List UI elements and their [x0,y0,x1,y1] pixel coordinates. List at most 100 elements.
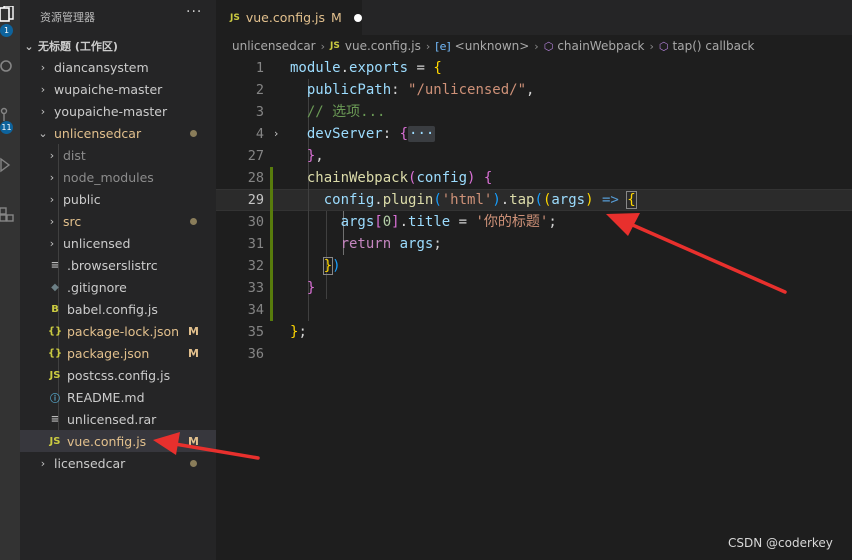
modified-lines-indicator [270,167,273,321]
code-token: : [382,126,400,142]
code-token: ] [391,214,400,230]
tree-folder[interactable]: › dist [20,144,216,166]
git-status-dot-icon [190,459,197,467]
code-token: ( [534,192,543,208]
code-token: } [306,280,316,296]
breadcrumb-file[interactable]: vue.config.js [345,39,421,53]
code-token: { [483,170,493,186]
code-token: ) [332,258,341,274]
file-type-icon: JS [49,369,61,381]
code-token: => [601,192,619,208]
code-token: args [399,236,434,252]
breadcrumb-symbol-tap-callback[interactable]: tap() callback [673,39,755,53]
tree-folder[interactable]: › public [20,188,216,210]
tab-vue-config[interactable]: JS vue.config.js M [216,0,362,35]
js-file-icon: JS [330,41,340,51]
extensions-icon[interactable] [0,202,20,224]
chevron-right-icon: › [649,39,654,53]
breadcrumb-symbol-chainwebpack[interactable]: chainWebpack [557,39,644,53]
code-token: . [374,192,383,208]
workspace-header[interactable]: ⌄ 无标题 (工作区) [24,36,118,56]
tree-file[interactable]: ◆ .gitignore [20,276,216,298]
git-modified-badge: M [188,346,199,360]
code-token: chainWebpack [306,170,409,186]
tree-folder[interactable]: ⌄ unlicensedcar [20,122,216,144]
tree-folder[interactable]: › src [20,210,216,232]
code-token: 0 [382,214,392,230]
chevron-right-icon: › [49,214,55,228]
tree-folder[interactable]: › unlicensed [20,232,216,254]
tree-item-label: unlicensed [63,235,131,251]
tree-item-label: src [63,213,82,229]
file-type-icon: ≡ [50,413,60,425]
tree-file[interactable]: ⓘ README.md [20,386,216,408]
code-token: ; [298,324,307,340]
code-editor[interactable]: › 1 2 3 4 27 28 29 30 31 32 33 34 35 36 module.export… [216,57,852,560]
tree-item-label: postcss.config.js [67,367,171,383]
code-token: args [551,192,586,208]
file-type-icon: {} [47,325,63,337]
line-number: 3 [255,104,264,120]
source-control-badge: 11 [0,121,13,134]
unsaved-dot-icon[interactable] [353,13,362,22]
code-token: = [450,214,476,230]
tree-item-label: licensedcar [54,455,126,471]
run-debug-icon[interactable] [0,154,20,176]
tree-item-label: dist [63,147,86,163]
fold-expand-icon[interactable]: › [274,123,278,145]
tree-file[interactable]: ≡ unlicensed.rar [20,408,216,430]
tree-file[interactable]: Bbabel.config.js [20,298,216,320]
file-type-icon: {} [47,347,63,359]
code-token: devServer [290,126,383,142]
method-cube-icon: ⬡ [658,39,669,53]
tree-file[interactable]: {} package-lock.json M [20,320,216,342]
code-token: , [315,148,324,164]
code-token: [ [374,214,383,230]
code-token: ) [585,192,594,208]
tree-item-label: wupaiche-master [54,81,163,97]
files-icon[interactable] [0,4,20,26]
tab-label: vue.config.js [245,10,326,25]
tree-folder[interactable]: › youpaiche-master [20,100,216,122]
tree-folder[interactable]: › licensedcar [20,452,216,474]
variable-icon: [e] [435,39,451,53]
tree-file[interactable]: ≡ .browserslistrc [20,254,216,276]
code-token: exports [349,60,409,76]
tree-item-label: youpaiche-master [54,103,168,119]
chevron-down-icon: ⌄ [38,126,48,140]
search-icon[interactable] [0,56,20,78]
tree-folder[interactable]: › node_modules [20,166,216,188]
tree-item-label: diancansystem [54,59,149,75]
code-token: } [322,257,334,275]
editor-tab-bar: JS vue.config.js M [216,0,852,35]
tree-file[interactable]: JS vue.config.js M [20,430,216,452]
more-actions-button[interactable]: ··· [186,4,202,20]
code-token: return [340,236,392,252]
code-token: 'html' [441,192,493,208]
line-number: 28 [247,170,264,186]
code-token: '你的标题' [475,214,549,230]
breadcrumb-symbol-unknown[interactable]: <unknown> [455,39,530,53]
line-number: 2 [255,82,264,98]
code-token: . [500,192,510,208]
file-type-icon: ≡ [50,259,60,271]
tree-folder[interactable]: › diancansystem [20,56,216,78]
tree-file[interactable]: {} package.json M [20,342,216,364]
explorer-badge: 1 [0,24,13,37]
chevron-right-icon: › [49,192,55,206]
tree-item-label: vue.config.js [67,433,147,449]
tree-file[interactable]: JS postcss.config.js [20,364,216,386]
tree-folder[interactable]: › wupaiche-master [20,78,216,100]
code-line: }; [290,321,307,343]
code-line: publicPath: "/unlicensed/", [290,79,535,101]
git-modified-badge: M [188,324,199,338]
tree-item-label: babel.config.js [67,301,158,317]
line-number: 4 [255,126,264,142]
code-token: , [526,82,535,98]
chevron-right-icon: › [320,39,326,53]
breadcrumb-folder[interactable]: unlicensedcar [232,39,316,53]
line-number: 27 [247,148,264,164]
